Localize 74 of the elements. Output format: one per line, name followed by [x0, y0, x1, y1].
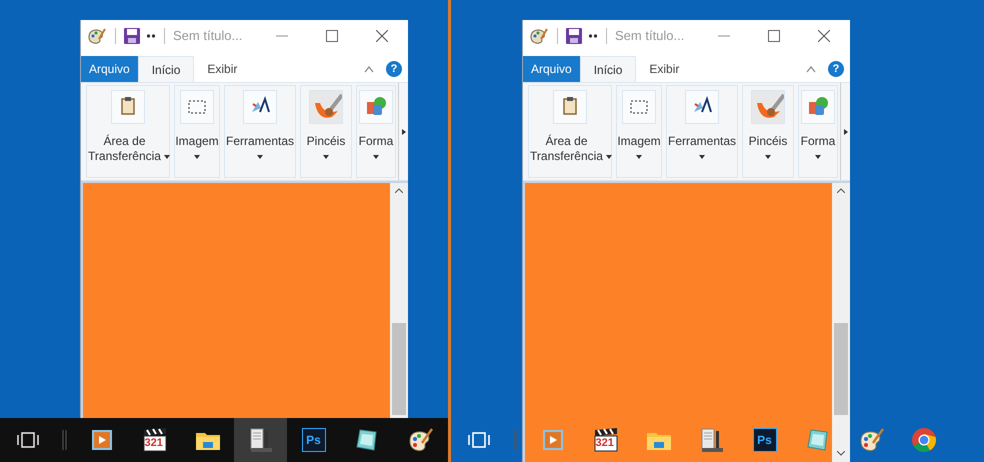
close-icon[interactable] — [376, 30, 388, 42]
more-icon[interactable] — [588, 33, 598, 39]
brush-icon — [752, 91, 784, 123]
ribbon-group[interactable]: Ferramentas — [666, 85, 738, 178]
more-icon[interactable] — [146, 33, 156, 39]
file-tab[interactable]: Arquivo — [81, 56, 138, 82]
vertical-scrollbar[interactable] — [832, 183, 850, 462]
media-player-icon[interactable] — [90, 428, 114, 452]
ribbon-group[interactable]: Forma — [356, 85, 396, 178]
window-title: Sem título... — [615, 27, 684, 46]
photoshop-icon[interactable]: Ps — [752, 428, 776, 452]
group-label: Área de Transferência — [529, 134, 604, 164]
scroll-down-icon[interactable] — [837, 451, 845, 456]
scroll-thumb[interactable] — [392, 323, 406, 415]
brush-icon — [310, 91, 342, 123]
chevron-right-icon — [402, 128, 406, 134]
task-view-icon[interactable] — [16, 430, 40, 450]
maximize-icon[interactable] — [326, 30, 338, 42]
ribbon-group[interactable]: Imagem — [616, 85, 662, 178]
group-label: Imagem — [175, 134, 219, 149]
scroll-thumb[interactable] — [834, 323, 848, 415]
grip-icon — [62, 428, 68, 452]
dropdown-icon — [164, 155, 170, 159]
maximize-icon[interactable] — [768, 30, 780, 42]
ribbon-group[interactable]: Ferramentas — [224, 85, 296, 178]
ribbon-group[interactable]: Imagem — [174, 85, 220, 178]
collapse-icon[interactable] — [364, 65, 374, 73]
vertical-scrollbar[interactable] — [390, 183, 408, 418]
ribbon-tab[interactable]: Início — [138, 56, 194, 82]
ribbon-group[interactable]: Forma — [798, 85, 838, 178]
group-label: Forma — [800, 134, 836, 149]
scroll-up-icon[interactable] — [837, 188, 845, 193]
dropdown-icon — [636, 155, 642, 159]
dropdown-icon — [373, 155, 379, 159]
dropdown-icon — [699, 155, 705, 159]
group-label: Pincéis — [306, 134, 346, 149]
group-label: Ferramentas — [668, 134, 736, 149]
grip-icon — [513, 428, 519, 452]
palette-icon — [529, 27, 549, 45]
dropdown-icon — [606, 155, 612, 159]
dropdown-icon — [194, 155, 200, 159]
ribbon-tab[interactable]: Início — [580, 56, 636, 82]
close-icon[interactable] — [818, 30, 830, 42]
ribbon-group[interactable]: Pincéis — [300, 85, 352, 178]
ribbon-group[interactable]: Área de Transferência — [528, 85, 612, 178]
chevron-right-icon — [844, 128, 848, 134]
task-view-icon[interactable] — [466, 430, 490, 450]
photoshop-icon[interactable]: Ps — [302, 428, 326, 452]
dropdown-icon — [765, 155, 771, 159]
group-label: Ferramentas — [226, 134, 294, 149]
save-icon[interactable] — [124, 28, 140, 44]
group-label: Pincéis — [748, 134, 788, 149]
help-button[interactable]: ? — [828, 61, 844, 77]
document-icon[interactable] — [248, 427, 274, 453]
ribbon-group[interactable]: Pincéis — [742, 85, 794, 178]
group-label: Área de Transferência — [87, 134, 162, 164]
document-icon[interactable] — [698, 427, 724, 453]
tablet-icon[interactable] — [354, 428, 380, 452]
help-button[interactable]: ? — [386, 61, 402, 77]
save-icon[interactable] — [566, 28, 582, 44]
ribbon-group[interactable]: Área de Transferência — [86, 85, 170, 178]
dropdown-icon — [323, 155, 329, 159]
palette-icon — [87, 27, 107, 45]
scroll-up-icon[interactable] — [395, 188, 403, 193]
file-tab[interactable]: Arquivo — [523, 56, 580, 82]
window-title: Sem título... — [173, 27, 242, 46]
ribbon-tab[interactable]: Exibir — [636, 56, 692, 82]
collapse-icon[interactable] — [806, 65, 816, 73]
ribbon-tab[interactable]: Exibir — [194, 56, 250, 82]
dropdown-icon — [815, 155, 821, 159]
group-label: Imagem — [617, 134, 661, 149]
dropdown-icon — [257, 155, 263, 159]
group-label: Forma — [358, 134, 394, 149]
browser-icon[interactable] — [910, 427, 936, 453]
